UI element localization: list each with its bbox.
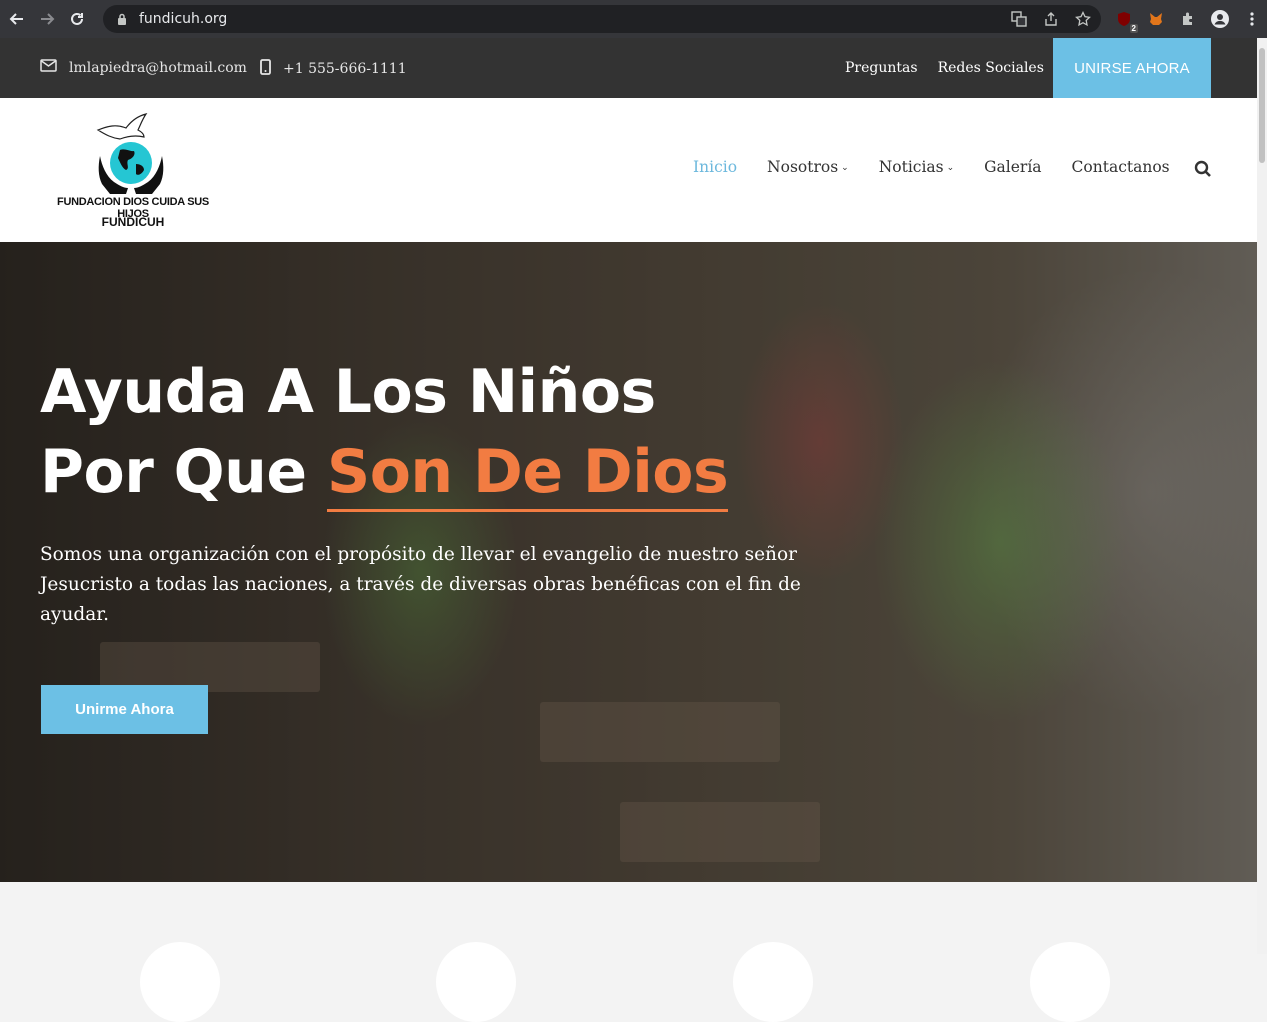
nav-item-label: Noticias xyxy=(878,158,944,176)
link-redes-sociales[interactable]: Redes Sociales xyxy=(938,60,1044,76)
join-now-button[interactable]: UNIRSE AHORA xyxy=(1053,38,1211,98)
phone-contact[interactable]: +1 555-666-1111 xyxy=(260,59,407,79)
hero-title-line2: Por Que Son De Dios xyxy=(40,432,729,512)
bookmark-star-icon[interactable] xyxy=(1073,9,1093,29)
feature-circle xyxy=(140,942,220,1022)
browser-toolbar: fundicuh.org 2 xyxy=(0,0,1267,38)
envelope-icon xyxy=(40,59,57,76)
top-info-bar: lmlapiedra@hotmail.com +1 555-666-1111 P… xyxy=(0,38,1257,98)
site-logo[interactable]: FUNDACION DIOS CUIDA SUS HIJOS FUNDICUH xyxy=(40,108,224,232)
email-contact[interactable]: lmlapiedra@hotmail.com xyxy=(40,59,247,76)
main-navigation: Inicio Nosotros ⌄ Noticias ⌄ Galería Conta… xyxy=(693,158,1170,176)
address-bar[interactable]: fundicuh.org xyxy=(103,5,1101,33)
nav-item-contactanos[interactable]: Contactanos xyxy=(1072,158,1170,176)
hero-title: Ayuda A Los Niños Por Que Son De Dios xyxy=(40,352,729,512)
logo-acronym-text: FUNDICUH xyxy=(101,215,165,229)
top-links: Preguntas Redes Sociales xyxy=(845,60,1044,76)
nav-item-inicio[interactable]: Inicio xyxy=(693,158,737,176)
chevron-down-icon: ⌄ xyxy=(841,163,849,173)
share-icon[interactable] xyxy=(1041,9,1061,29)
extensions-puzzle-icon[interactable] xyxy=(1178,9,1198,29)
metamask-extension-icon[interactable] xyxy=(1146,9,1166,29)
mobile-phone-icon xyxy=(260,59,271,79)
nav-item-nosotros[interactable]: Nosotros ⌄ xyxy=(767,158,849,176)
extension-badge: 2 xyxy=(1129,24,1138,33)
back-icon[interactable] xyxy=(4,6,30,32)
features-section xyxy=(0,882,1257,1022)
browser-menu-icon[interactable] xyxy=(1242,9,1262,29)
translate-icon[interactable] xyxy=(1009,9,1029,29)
forward-icon[interactable] xyxy=(34,6,60,32)
url-text: fundicuh.org xyxy=(139,11,228,27)
link-preguntas[interactable]: Preguntas xyxy=(845,60,918,76)
reload-icon[interactable] xyxy=(64,6,90,32)
hero-description: Somos una organización con el propósito … xyxy=(40,544,801,625)
lock-icon xyxy=(115,12,129,26)
main-header: FUNDACION DIOS CUIDA SUS HIJOS FUNDICUH … xyxy=(0,98,1257,242)
page-scrollbar[interactable] xyxy=(1257,38,1267,954)
chevron-down-icon: ⌄ xyxy=(946,163,955,173)
hero-title-prefix: Por Que xyxy=(40,437,327,507)
phone-text[interactable]: +1 555-666-1111 xyxy=(283,61,407,77)
feature-circle xyxy=(1030,942,1110,1022)
scrollbar-thumb[interactable] xyxy=(1259,48,1265,163)
feature-circle xyxy=(733,942,813,1022)
search-icon[interactable] xyxy=(1194,160,1212,178)
email-text[interactable]: lmlapiedra@hotmail.com xyxy=(69,60,247,76)
website: lmlapiedra@hotmail.com +1 555-666-1111 P… xyxy=(0,38,1257,1022)
join-me-button[interactable]: Unirme Ahora xyxy=(41,685,208,734)
profile-avatar-icon[interactable] xyxy=(1210,9,1230,29)
nav-item-galeria[interactable]: Galería xyxy=(984,158,1041,176)
nav-item-noticias[interactable]: Noticias ⌄ xyxy=(879,158,954,176)
feature-circle xyxy=(436,942,516,1022)
ublock-extension-icon[interactable]: 2 xyxy=(1114,9,1138,33)
logo-globe-hands-dove-icon xyxy=(96,113,164,194)
hero-title-line1: Ayuda A Los Niños xyxy=(40,357,656,427)
hero-title-accent: Son De Dios xyxy=(326,437,729,512)
nav-item-label: Nosotros xyxy=(767,158,839,176)
hero-banner: Ayuda A Los Niños Por Que Son De Dios So… xyxy=(0,242,1257,882)
